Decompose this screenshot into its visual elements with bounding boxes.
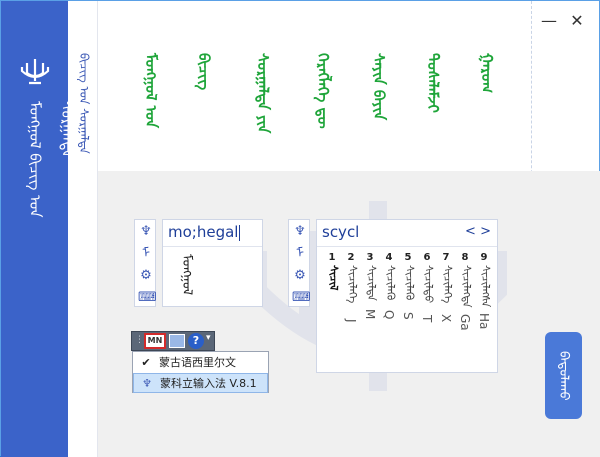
trident-icon[interactable]: ♆ [138, 224, 154, 240]
nav-link[interactable]: ᠪᠢᠴᠢᠭ ᠤᠨ ᠰᠤᠷᠭᠠᠯᠲᠠ [74, 53, 95, 154]
close-button[interactable]: ✕ [565, 11, 589, 31]
mongol-script-icon[interactable]: ᠮ [138, 246, 154, 262]
confirm-button[interactable]: ᠪᠠᠲᠤᠯᠠᠬᠤ [545, 332, 582, 419]
right-tools-panel: ♆ ᠮ ⚙ ⌨ [288, 219, 311, 307]
green-word-7: ᠭᠠᠷᠤᠭ [478, 53, 496, 94]
minimize-button[interactable]: — [537, 11, 561, 31]
sidebar-title: ᠮᠣᠩᠭᠣᠯ ᠪᠢᠴᠢᠭ ᠤᠨ ᠰᠤᠷᠭᠠᠯᠲᠠ [26, 101, 76, 218]
candidate-2[interactable]: 2 ᠰᠢᠴᠢᠯᠡᠭᠡ J [343, 252, 359, 326]
keyboard-icon[interactable] [169, 334, 185, 348]
keyboard-icon[interactable]: ⌨ [292, 290, 311, 306]
left-sidebar: ᠮᠣᠩᠭᠣᠯ ᠪᠢᠴᠢᠭ ᠤᠨ ᠰᠤᠷᠭᠠᠯᠲᠠ [1, 1, 76, 457]
candidate-4[interactable]: 4 ᠰᠢᠴᠢᠯᠡᠬᠦ Q [381, 252, 397, 323]
candidate-8[interactable]: 8 ᠰᠢᠴᠢᠯᠡᠭᠳᠡ Ga [457, 252, 473, 334]
menu-item-cyrillic[interactable]: ✔ 蒙古语西里尔文 [133, 353, 268, 373]
right-input-panel: scycl < > 1 ᠰᠢᠴᠢᠯ 2 ᠰᠢᠴᠢᠯᠡᠭᠡ J 3 ᠰᠢᠴᠢᠯᠲᠡ… [316, 219, 498, 373]
trident-icon [20, 59, 50, 85]
candidate-7[interactable]: 7 ᠰᠢᠴᠢᠯᠡᠬᠡ X [438, 252, 454, 326]
green-word-1: ᠮᠣᠩᠭᠣᠯ ᠤᠨ [142, 53, 160, 129]
app-window: ᠮᠣᠩᠭᠣᠯ ᠪᠢᠴᠢᠭ ᠤᠨ ᠰᠤᠷᠭᠠᠯᠲᠠ ᠪᠢᠴᠢᠭ ᠤᠨ ᠰᠤᠷᠭᠠᠯ… [0, 0, 600, 457]
mongol-script-icon[interactable]: ᠮ [292, 246, 308, 262]
candidate-6[interactable]: 6 ᠰᠢᠴᠢᠯᠳᠦ T [419, 252, 435, 326]
candidate-1[interactable]: 1 ᠰᠢᠴᠢᠯ [324, 252, 340, 294]
green-word-2: ᠪᠢᠴᠢᠭ [195, 53, 213, 91]
help-icon[interactable]: ? [188, 333, 204, 349]
candidate-5[interactable]: 5 ᠰᠢᠴᠢᠯᠡᠭᠦ S [400, 252, 416, 323]
gear-icon[interactable]: ⚙ [138, 268, 154, 284]
left-input-panel: mo;hegal ᠮᠣᠩᠭᠣᠯ [162, 219, 263, 307]
prev-page-button[interactable]: < [465, 224, 476, 239]
right-input-field[interactable]: scycl [322, 223, 359, 241]
keyboard-icon[interactable]: ⌨ [138, 290, 157, 306]
green-word-4: ᠬᠡᠷᠡᠭᠯᠡᠭᠡ ᠳᠦ [314, 53, 332, 129]
candidate-3[interactable]: 3 ᠰᠢᠴᠢᠯᠲᠡ M [362, 252, 378, 324]
page-nav: < > [465, 224, 491, 239]
candidate-9[interactable]: 9 ᠰᠢᠴᠢᠯᠡᠭᠰᠡ Ha [476, 252, 492, 334]
left-tools-panel: ♆ ᠮ ⚙ ⌨ [134, 219, 157, 307]
check-icon: ✔ [141, 356, 151, 369]
gear-icon[interactable]: ⚙ [292, 268, 308, 284]
nav-column: ᠪᠢᠴᠢᠭ ᠤᠨ ᠰᠤᠷᠭᠠᠯᠲᠠ [68, 1, 98, 457]
trident-icon: ♆ [142, 377, 152, 390]
green-word-6: ᠲᠤᠰᠠᠯᠠᠮᠵᠢ [424, 53, 442, 113]
mn-mode-button[interactable]: MN [144, 333, 166, 349]
left-candidate[interactable]: ᠮᠣᠩᠭᠣᠯ [175, 254, 198, 295]
ime-menu: ✔ 蒙古语西里尔文 ♆ 蒙科立输入法 V.8.1 [132, 351, 269, 393]
next-page-button[interactable]: > [480, 224, 491, 239]
word-display-area: ᠮᠣᠩᠭᠣᠯ ᠤᠨ ᠪᠢᠴᠢᠭ ᠰᠤᠷᠭᠠᠯᠲᠠ ᠶᠢᠨ ᠬᠡᠷᠡᠭᠯᠡᠭᠡ ᠳ… [98, 1, 531, 171]
green-word-5: ᠰᠠᠶᠢᠨ ᠪᠠᠶᠢᠨ [370, 53, 388, 121]
trident-icon[interactable]: ♆ [292, 224, 308, 240]
menu-item-menksoft[interactable]: ♆ 蒙科立输入法 V.8.1 [133, 373, 268, 393]
ime-toolbar: ⋮⋮ MN ? ▾ [131, 331, 215, 351]
left-input-field[interactable]: mo;hegal [168, 223, 241, 241]
green-word-3: ᠰᠤᠷᠭᠠᠯᠲᠠ ᠶᠢᠨ [254, 53, 272, 134]
chevron-down-icon[interactable]: ▾ [206, 333, 211, 343]
